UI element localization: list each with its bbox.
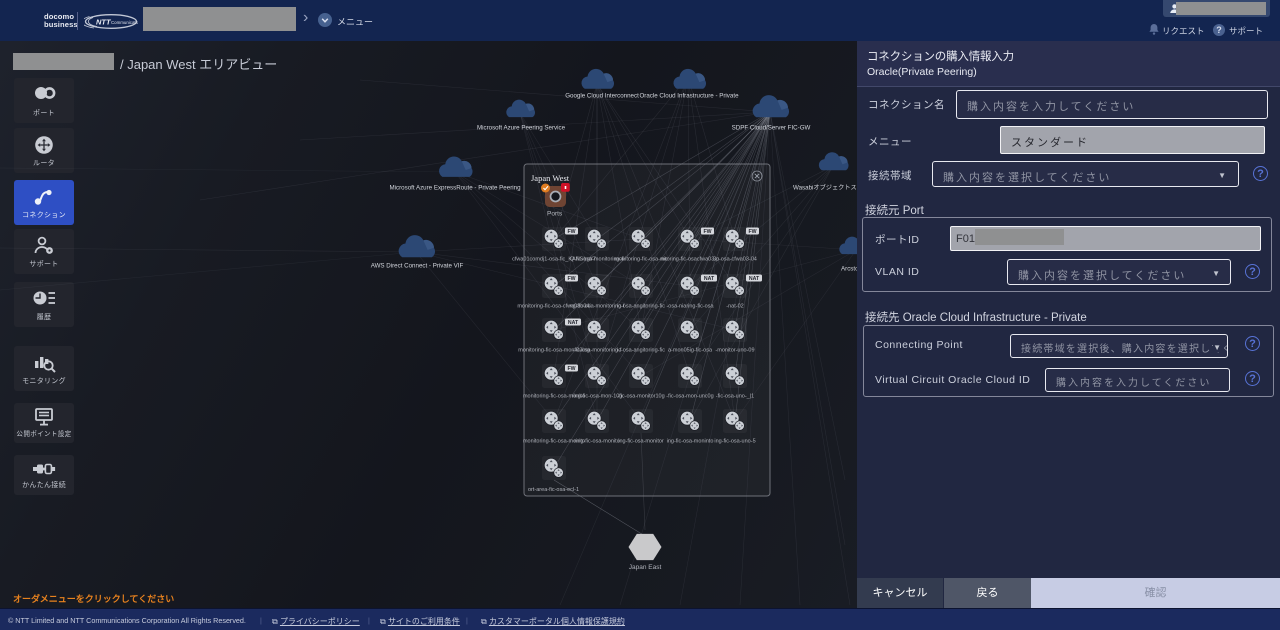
svg-text:ing-fic-osa-monitor: ing-fic-osa-monitor xyxy=(618,439,664,445)
svg-text:-osa-niaring-fic-osa: -osa-niaring-fic-osa xyxy=(666,304,714,310)
svg-text:ring-fic-osa-monito: ring-fic-osa-monito xyxy=(574,439,620,445)
svg-text:Ports: Ports xyxy=(547,211,563,218)
svg-text:Google Cloud Interconnect: Google Cloud Interconnect xyxy=(565,93,639,100)
svg-text:-fic-osa-monitor10g: -fic-osa-monitor10g xyxy=(617,394,664,400)
svg-text:ing-fic-osa-moninto: ing-fic-osa-moninto xyxy=(667,439,714,445)
svg-text:FW: FW xyxy=(567,229,575,235)
svg-text:FW: FW xyxy=(703,229,711,235)
svg-text:ring-fic-osa-mon-10g: ring-fic-osa-mon-10g xyxy=(572,394,623,400)
svg-text:a-mon05ig-fic-osa: a-mon05ig-fic-osa xyxy=(668,348,713,354)
svg-text:ic-osa-angitoring-fic: ic-osa-angitoring-fic xyxy=(617,348,665,354)
svg-text:AWS Direct Connect - Private V: AWS Direct Connect - Private VIF xyxy=(371,263,464,270)
svg-text:Microsoft Azure Peering Servic: Microsoft Azure Peering Service xyxy=(477,125,566,132)
svg-text:-fic-osa-mon-unc0g: -fic-osa-mon-unc0g xyxy=(666,394,713,400)
svg-text:SDPF Cloud/Server FIC-GW: SDPF Cloud/Server FIC-GW xyxy=(732,125,811,132)
svg-text:Arcsto: Arcsto xyxy=(841,266,857,273)
svg-text:FW: FW xyxy=(567,366,575,372)
svg-text:Wasabiオブジェクトスト: Wasabiオブジェクトスト xyxy=(793,184,857,192)
svg-text:Japan West: Japan West xyxy=(531,173,570,183)
svg-text:ic-osa-angitoring-fic: ic-osa-angitoring-fic xyxy=(617,304,665,310)
svg-text:Microsoft Azure ExpressRoute -: Microsoft Azure ExpressRoute - Private P… xyxy=(389,185,521,192)
svg-text:monitoring-fic-osa-mo: monitoring-fic-osa-mo xyxy=(614,257,667,263)
svg-text:Oracle Cloud Infrastructure -: Oracle Cloud Infrastructure - Private xyxy=(639,93,739,100)
svg-text:-nat-02: -nat-02 xyxy=(726,304,743,310)
svg-text:3c-osa-cfwa03-04: 3c-osa-cfwa03-04 xyxy=(713,257,757,263)
svg-text:Communications: Communications xyxy=(111,20,138,25)
svg-text:NAT: NAT xyxy=(704,276,715,282)
svg-text:NAT: NAT xyxy=(749,276,760,282)
svg-text:-monitor-uno-09: -monitor-uno-09 xyxy=(715,348,754,354)
svg-text:FW: FW xyxy=(748,229,756,235)
svg-text:-fic-osa-monitoring-f: -fic-osa-monitoring-f xyxy=(573,348,622,354)
svg-text:ort-area-fic-osa-ecl-1: ort-area-fic-osa-ecl-1 xyxy=(528,487,579,493)
svg-text:ing-fic-osa-uno-5: ing-fic-osa-uno-5 xyxy=(714,439,755,445)
svg-text:Japan East: Japan East xyxy=(629,564,662,571)
svg-text:nitoring-fic-osacfwa03-p: nitoring-fic-osacfwa03-p xyxy=(661,257,719,263)
svg-text:FW: FW xyxy=(567,276,575,282)
svg-text:NAT: NAT xyxy=(568,320,579,326)
svg-text:NTT: NTT xyxy=(96,18,112,27)
svg-text:-fic-osa-uno-_|1: -fic-osa-uno-_|1 xyxy=(716,394,754,400)
